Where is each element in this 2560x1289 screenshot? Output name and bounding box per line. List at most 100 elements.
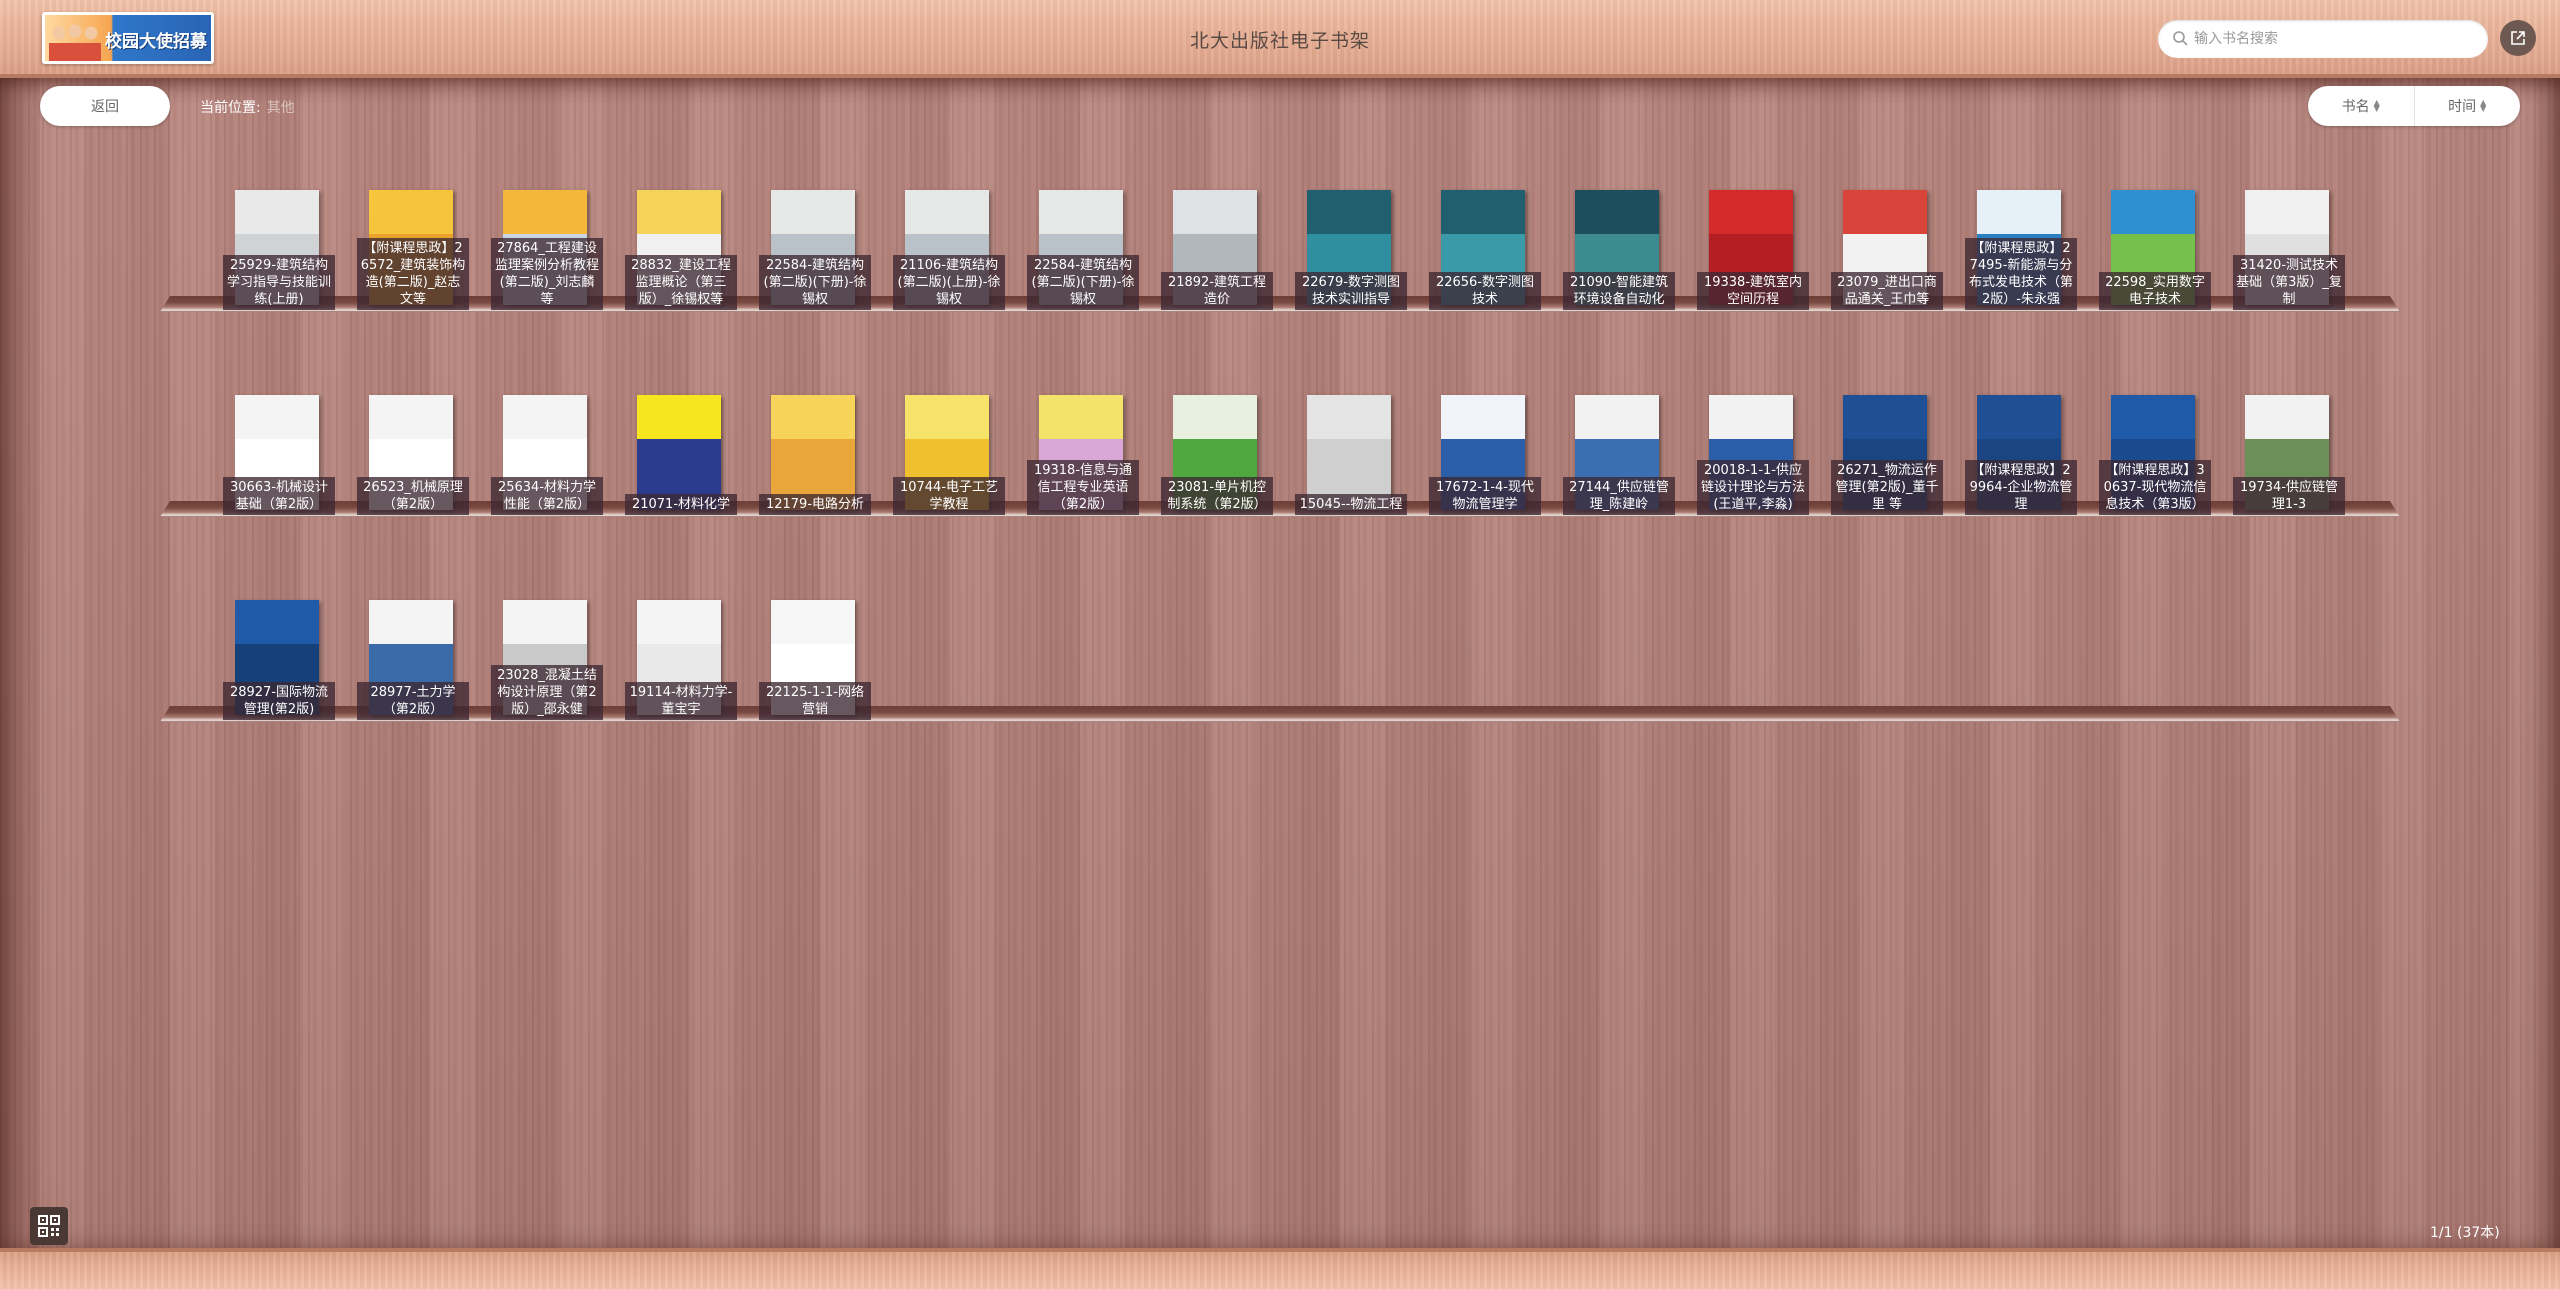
book-item[interactable]: 27144_供应链管理_陈建岭 [1563,395,1675,515]
book-item[interactable]: 19114-材料力学-董宝宇 [625,600,737,720]
book-title-label[interactable]: 23079_进出口商品通关_王巾等 [1831,272,1943,310]
book-item[interactable]: 21090-智能建筑环境设备自动化 [1563,190,1675,310]
book-item[interactable]: 15045--物流工程 [1295,395,1407,515]
book-item[interactable]: 21071-材料化学 [625,395,737,515]
book-title-label[interactable]: 21892-建筑工程造价 [1161,272,1273,310]
book-cover[interactable] [1307,395,1391,510]
sort-by-time-button[interactable]: 时间 ▲ ▼ [2413,86,2521,126]
cover-band-top [2111,395,2195,439]
book-title-label[interactable]: 25634-材料力学性能（第2版） [491,477,603,515]
book-item[interactable]: 【附课程思政】29964-企业物流管理 [1965,395,2077,515]
book-title-label[interactable]: 28832_建设工程监理概论（第三版）_徐锡权等 [625,255,737,310]
book-title-label[interactable]: 23028_混凝土结构设计原理（第2版）_邵永健 [491,665,603,720]
book-item[interactable]: 23081-单片机控制系统（第2版） [1161,395,1273,515]
book-item[interactable]: 25929-建筑结构学习指导与技能训练(上册) [223,190,335,310]
book-item[interactable]: 23079_进出口商品通关_王巾等 [1831,190,1943,310]
book-title-label[interactable]: 10744-电子工艺学教程 [893,477,1005,515]
book-title-label[interactable]: 【附课程思政】26572_建筑装饰构造(第二版)_赵志文等 [357,238,469,310]
back-button[interactable]: 返回 [40,86,170,126]
cover-band-top [1039,395,1123,439]
book-item[interactable]: 26523_机械原理（第2版） [357,395,469,515]
book-cover[interactable] [637,395,721,510]
location-value[interactable]: 其他 [267,100,295,116]
book-title-label[interactable]: 19114-材料力学-董宝宇 [625,682,737,720]
cover-band-top [369,395,453,439]
book-title-label[interactable]: 【附课程思政】27495-新能源与分布式发电技术（第2版）-朱永强 [1965,238,2077,310]
book-title-label[interactable]: 20018-1-1-供应链设计理论与方法(王道平,李淼) [1697,460,1809,515]
book-title-label[interactable]: 22584-建筑结构(第二版)(下册)-徐锡权 [759,255,871,310]
book-item[interactable]: 19338-建筑室内空间历程 [1697,190,1809,310]
book-item[interactable]: 30663-机械设计基础（第2版） [223,395,335,515]
book-item[interactable]: 22656-数字测图技术 [1429,190,1541,310]
book-item[interactable]: 21892-建筑工程造价 [1161,190,1273,310]
cover-band-top [235,190,319,234]
book-title-label[interactable]: 25929-建筑结构学习指导与技能训练(上册) [223,255,335,310]
book-title-label[interactable]: 19338-建筑室内空间历程 [1697,272,1809,310]
book-item[interactable]: 21106-建筑结构(第二版)(上册)-徐锡权 [893,190,1005,310]
sort-controls: 书名 ▲ ▼ 时间 ▲ ▼ [2308,86,2520,126]
book-title-label[interactable]: 22679-数字测图技术实训指导 [1295,272,1407,310]
cover-band-top [1709,395,1793,439]
book-title-label[interactable]: 26523_机械原理（第2版） [357,477,469,515]
book-item[interactable]: 17672-1-4-现代物流管理学 [1429,395,1541,515]
cover-band-top [1977,395,2061,439]
book-title-label[interactable]: 19734-供应链管理1-3 [2233,477,2345,515]
share-button[interactable] [2500,20,2536,56]
book-item[interactable]: 27864_工程建设监理案例分析教程(第二版)_刘志麟等 [491,190,603,310]
book-item[interactable]: 31420-测试技术基础（第3版）_复制 [2233,190,2345,310]
book-title-label[interactable]: 22656-数字测图技术 [1429,272,1541,310]
book-item[interactable]: 10744-电子工艺学教程 [893,395,1005,515]
book-title-label[interactable]: 27864_工程建设监理案例分析教程(第二版)_刘志麟等 [491,238,603,310]
search-box[interactable] [2158,20,2488,58]
book-title-label[interactable]: 30663-机械设计基础（第2版） [223,477,335,515]
book-title-label[interactable]: 21071-材料化学 [625,494,737,515]
book-title-label[interactable]: 17672-1-4-现代物流管理学 [1429,477,1541,515]
book-title-label[interactable]: 【附课程思政】29964-企业物流管理 [1965,460,2077,515]
book-title-label[interactable]: 28977-土力学（第2版） [357,682,469,720]
book-title-label[interactable]: 19318-信息与通信工程专业英语（第2版） [1027,460,1139,515]
book-item[interactable]: 【附课程思政】27495-新能源与分布式发电技术（第2版）-朱永强 [1965,190,2077,310]
qr-code-button[interactable] [30,1207,68,1245]
book-item[interactable]: 19318-信息与通信工程专业英语（第2版） [1027,395,1139,515]
sort-name-label: 书名 [2341,99,2370,115]
book-item[interactable]: 20018-1-1-供应链设计理论与方法(王道平,李淼) [1697,395,1809,515]
cover-band-top [2245,190,2329,234]
cover-band-top [1307,395,1391,439]
book-title-label[interactable]: 23081-单片机控制系统（第2版） [1161,477,1273,515]
sort-by-name-button[interactable]: 书名 ▲ ▼ [2308,86,2414,126]
book-item[interactable]: 19734-供应链管理1-3 [2233,395,2345,515]
book-item[interactable]: 22679-数字测图技术实训指导 [1295,190,1407,310]
book-item[interactable]: 28832_建设工程监理概论（第三版）_徐锡权等 [625,190,737,310]
cover-band-top [1441,395,1525,439]
book-item[interactable]: 22125-1-1-网络营销 [759,600,871,720]
cover-band-top [1709,190,1793,234]
book-title-label[interactable]: 12179-电路分析 [759,494,871,515]
book-item[interactable]: 28977-土力学（第2版） [357,600,469,720]
book-item[interactable]: 22584-建筑结构(第二版)(下册)-徐锡权 [1027,190,1139,310]
book-item[interactable]: 22584-建筑结构(第二版)(下册)-徐锡权 [759,190,871,310]
book-title-label[interactable]: 21106-建筑结构(第二版)(上册)-徐锡权 [893,255,1005,310]
book-item[interactable]: 12179-电路分析 [759,395,871,515]
book-title-label[interactable]: 【附课程思政】30637-现代物流信息技术（第3版） [2099,460,2211,515]
qr-code-icon [38,1215,60,1237]
book-title-label[interactable]: 21090-智能建筑环境设备自动化 [1563,272,1675,310]
book-title-label[interactable]: 22125-1-1-网络营销 [759,682,871,720]
book-item[interactable]: 22598_实用数字电子技术 [2099,190,2211,310]
book-title-label[interactable]: 31420-测试技术基础（第3版）_复制 [2233,255,2345,310]
book-item[interactable]: 28927-国际物流管理(第2版) [223,600,335,720]
book-title-label[interactable]: 26271_物流运作管理(第2版)_董千里 等 [1831,460,1943,515]
book-item[interactable]: 【附课程思政】30637-现代物流信息技术（第3版） [2099,395,2211,515]
book-item[interactable]: 23028_混凝土结构设计原理（第2版）_邵永健 [491,600,603,720]
book-title-label[interactable]: 15045--物流工程 [1295,494,1407,515]
book-title-label[interactable]: 22598_实用数字电子技术 [2099,272,2211,310]
book-title-label[interactable]: 22584-建筑结构(第二版)(下册)-徐锡权 [1027,255,1139,310]
book-cover[interactable] [771,395,855,510]
cover-band-top [1843,190,1927,234]
book-item[interactable]: 【附课程思政】26572_建筑装饰构造(第二版)_赵志文等 [357,190,469,310]
book-title-label[interactable]: 28927-国际物流管理(第2版) [223,682,335,720]
book-item[interactable]: 25634-材料力学性能（第2版） [491,395,603,515]
book-item[interactable]: 26271_物流运作管理(第2版)_董千里 等 [1831,395,1943,515]
cover-band-top [2111,190,2195,234]
search-input[interactable] [2194,20,2474,58]
book-title-label[interactable]: 27144_供应链管理_陈建岭 [1563,477,1675,515]
